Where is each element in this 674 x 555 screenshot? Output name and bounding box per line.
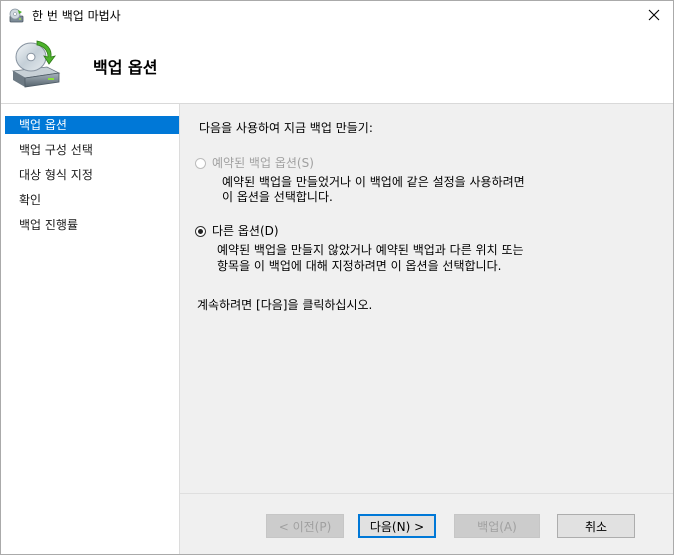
backup-drive-icon: [9, 8, 25, 24]
sidebar-item-backup-progress[interactable]: 백업 진행률: [5, 216, 179, 234]
prompt-text: 다음을 사용하여 지금 백업 만들기:: [199, 121, 373, 135]
different-options-option[interactable]: 다른 옵션(D): [195, 224, 279, 239]
different-options-label: 다른 옵션(D): [212, 224, 279, 238]
sidebar-item-backup-configuration[interactable]: 백업 구성 선택: [5, 141, 179, 159]
sidebar-item-destination-type[interactable]: 대상 형식 지정: [5, 166, 179, 184]
radio-different-options[interactable]: [195, 226, 206, 237]
cancel-button[interactable]: 취소: [557, 514, 635, 538]
wizard-header: 백업 옵션: [1, 31, 673, 103]
main-content: 다음을 사용하여 지금 백업 만들기: 예약된 백업 옵션(S) 예약된 백업을…: [180, 103, 673, 494]
continue-instruction: 계속하려면 [다음]을 클릭하십시오.: [197, 298, 373, 312]
radio-scheduled-backup[interactable]: [195, 158, 206, 169]
window-title: 한 번 백업 마법사: [32, 9, 121, 23]
scheduled-backup-label: 예약된 백업 옵션(S): [212, 156, 314, 170]
next-button[interactable]: 다음(N) >: [358, 514, 436, 538]
backup-button[interactable]: 백업(A): [454, 514, 540, 538]
close-icon: [648, 9, 660, 24]
scheduled-backup-desc-line1: 예약된 백업을 만들었거나 이 백업에 같은 설정을 사용하려면: [222, 175, 525, 189]
scheduled-backup-desc-line2: 이 옵션을 선택합니다.: [222, 190, 333, 204]
sidebar-item-backup-options[interactable]: 백업 옵션: [5, 116, 179, 134]
page-title: 백업 옵션: [93, 58, 158, 77]
backup-wizard-window: 한 번 백업 마법사 백업 옵션 백업 옵션 백업 구성 선택 대상 형식 지정…: [0, 0, 674, 555]
close-button[interactable]: [643, 5, 665, 27]
previous-button[interactable]: < 이전(P): [266, 514, 344, 538]
different-options-desc-line1: 예약된 백업을 만들지 않았거나 예약된 백업과 다른 위치 또는: [217, 243, 524, 257]
backup-drive-icon: [7, 37, 63, 93]
scheduled-backup-option[interactable]: 예약된 백업 옵션(S): [195, 156, 314, 171]
different-options-desc-line2: 항목을 이 백업에 대해 지정하려면 이 옵션을 선택합니다.: [217, 259, 502, 273]
sidebar-item-confirmation[interactable]: 확인: [5, 191, 179, 209]
wizard-footer: < 이전(P) 다음(N) > 백업(A) 취소: [180, 493, 673, 554]
title-bar: 한 번 백업 마법사: [1, 1, 673, 31]
wizard-steps-sidebar: 백업 옵션 백업 구성 선택 대상 형식 지정 확인 백업 진행률: [1, 103, 180, 554]
